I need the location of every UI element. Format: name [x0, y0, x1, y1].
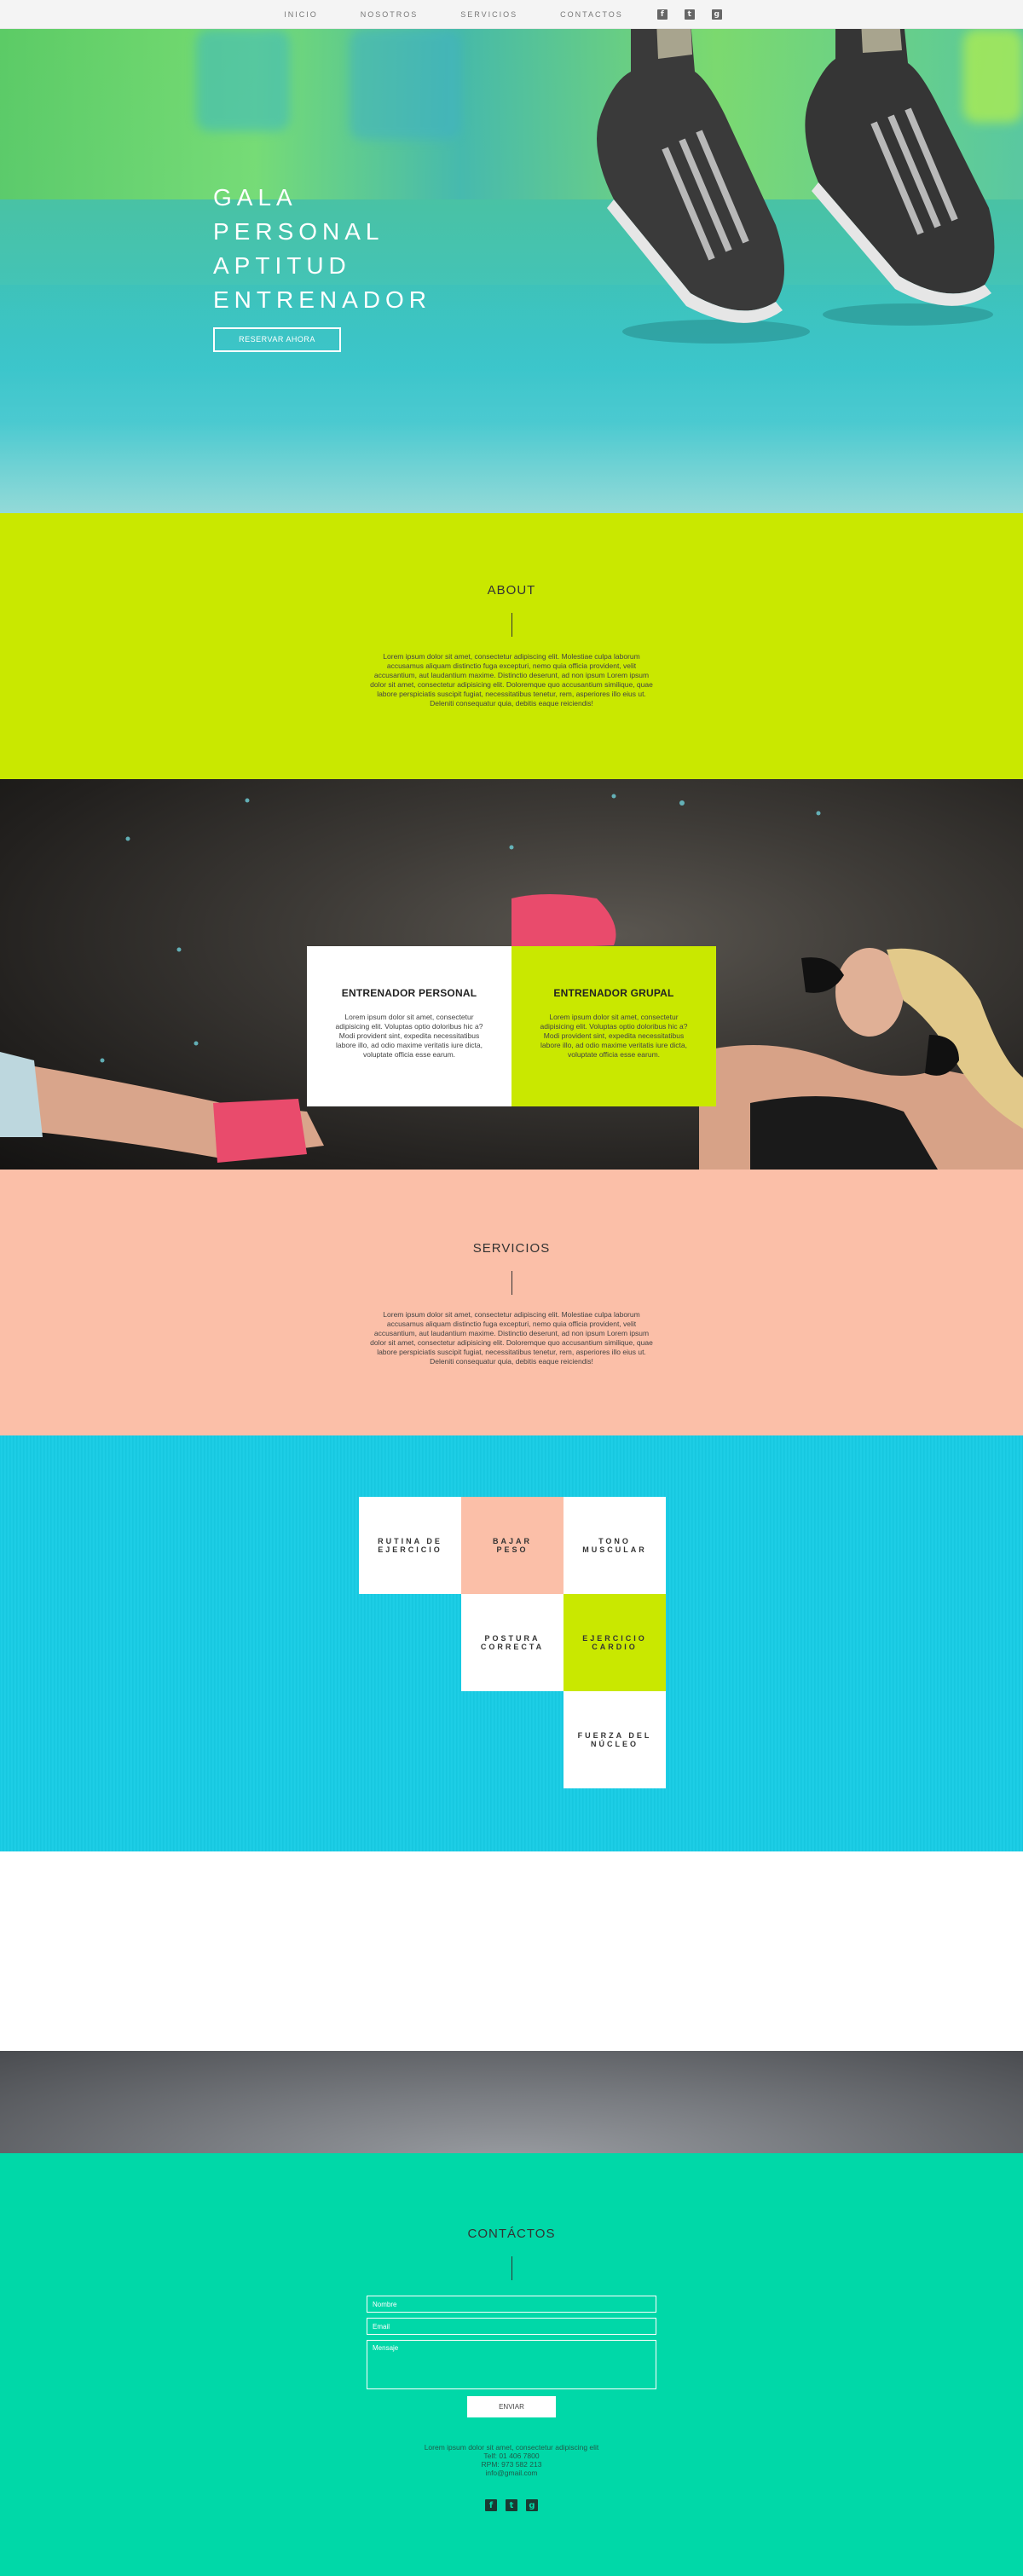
service-tile-cardio[interactable]: EJERCICIO CARDIO: [564, 1594, 666, 1691]
card-title: ENTRENADOR PERSONAL: [341, 987, 477, 999]
twitter-icon[interactable]: t: [506, 2499, 517, 2511]
services-title: SERVICIOS: [472, 1241, 551, 1256]
contact-section: CONTÁCTOS ENVIAR Lorem ipsum dolor sit a…: [0, 2153, 1023, 2576]
tile-label: NÚCLEO: [590, 1740, 639, 1748]
name-field[interactable]: [367, 2296, 656, 2313]
service-tile-muscle-tone[interactable]: TONO MUSCULAR: [564, 1497, 666, 1594]
tile-label: PESO: [496, 1545, 529, 1554]
book-now-button[interactable]: RESERVAR AHORA: [213, 327, 341, 352]
hero-title-line: APTITUD: [213, 252, 351, 279]
hero-title-line: PERSONAL: [213, 218, 384, 245]
tile-label: RUTINA DE: [378, 1537, 442, 1545]
services-text: Lorem ipsum dolor sit amet, consectetur …: [370, 1310, 653, 1366]
card-text: Lorem ipsum dolor sit amet, consectetur …: [540, 1013, 688, 1059]
twitter-icon[interactable]: t: [684, 9, 695, 20]
hero-text-block: GALA PERSONAL APTITUD ENTRENADOR RESERVA…: [213, 181, 431, 352]
tile-label: EJERCICIO: [582, 1634, 647, 1643]
contact-info-line: RPM: 973 582 213: [481, 2460, 542, 2469]
nav-item-inicio[interactable]: INICIO: [284, 10, 318, 19]
tile-label: BAJAR: [492, 1537, 532, 1545]
tile-label: EJERCICIO: [378, 1545, 442, 1554]
hero-title-line: GALA: [213, 184, 298, 211]
service-tile-weight-loss[interactable]: BAJAR PESO: [461, 1497, 564, 1594]
hero-bokeh: [350, 29, 460, 140]
nav-item-servicios[interactable]: SERVICIOS: [460, 10, 517, 19]
services-grid-section: RUTINA DE EJERCICIO BAJAR PESO TONO MUSCULA…: [0, 1435, 1023, 1851]
services-section: SERVICIOS Lorem ipsum dolor sit amet, co…: [0, 1170, 1023, 1435]
email-field[interactable]: [367, 2318, 656, 2335]
send-button[interactable]: ENVIAR: [467, 2396, 556, 2417]
google-plus-icon[interactable]: g: [526, 2499, 538, 2511]
tile-label: CORRECTA: [480, 1643, 545, 1651]
tile-label: FUERZA DEL: [577, 1731, 652, 1740]
card-title: ENTRENADOR GRUPAL: [553, 987, 674, 999]
tile-label: CARDIO: [592, 1643, 638, 1651]
contact-info-line: Telf: 01 406 7800: [483, 2452, 540, 2460]
tile-label: MUSCULAR: [582, 1545, 647, 1554]
tile-label: TONO: [598, 1537, 631, 1545]
about-title: ABOUT: [487, 583, 536, 598]
about-section: ABOUT Lorem ipsum dolor sit amet, consec…: [0, 513, 1023, 779]
card-text: Lorem ipsum dolor sit amet, consectetur …: [335, 1013, 483, 1059]
nav-item-contactos[interactable]: CONTACTOS: [560, 10, 623, 19]
contact-info: Lorem ipsum dolor sit amet, consectetur …: [0, 2443, 1023, 2477]
nav-links: INICIO NOSOTROS SERVICIOS CONTACTOS: [284, 10, 623, 19]
hero-title-line: ENTRENADOR: [213, 286, 432, 313]
blank-section: [0, 1851, 1023, 2051]
sneakers-image: [597, 29, 995, 344]
tile-label: POSTURA: [484, 1634, 540, 1643]
hero-title: GALA PERSONAL APTITUD ENTRENADOR: [213, 181, 431, 317]
hero-bokeh: [196, 29, 290, 131]
contact-title: CONTÁCTOS: [467, 2227, 556, 2241]
service-tile-posture[interactable]: POSTURA CORRECTA: [461, 1594, 564, 1691]
message-field[interactable]: [367, 2340, 656, 2389]
contact-info-line: Lorem ipsum dolor sit amet, consectetur …: [424, 2443, 599, 2452]
contact-info-line: info@gmail.com: [485, 2469, 538, 2477]
hero-section: GALA PERSONAL APTITUD ENTRENADOR RESERVA…: [0, 29, 1023, 513]
google-plus-icon[interactable]: g: [711, 9, 722, 20]
service-tile-exercise-routine[interactable]: RUTINA DE EJERCICIO: [359, 1497, 461, 1594]
nav-item-nosotros[interactable]: NOSOTROS: [361, 10, 419, 19]
facebook-icon[interactable]: f: [485, 2499, 497, 2511]
facebook-icon[interactable]: f: [656, 9, 668, 20]
nav-social: f t g: [656, 9, 722, 20]
trainers-section: ENTRENADOR PERSONAL Lorem ipsum dolor si…: [0, 779, 1023, 1170]
service-tile-core-strength[interactable]: FUERZA DEL NÚCLEO: [564, 1691, 666, 1788]
about-text: Lorem ipsum dolor sit amet, consectetur …: [370, 652, 653, 708]
personal-trainer-card[interactable]: ENTRENADOR PERSONAL Lorem ipsum dolor si…: [307, 946, 512, 1106]
footer-social: f t g: [0, 2499, 1023, 2511]
group-trainer-card[interactable]: ENTRENADOR GRUPAL Lorem ipsum dolor sit …: [512, 946, 716, 1106]
top-navigation: INICIO NOSOTROS SERVICIOS CONTACTOS f t …: [0, 0, 1023, 29]
gray-banner: [0, 2051, 1023, 2153]
